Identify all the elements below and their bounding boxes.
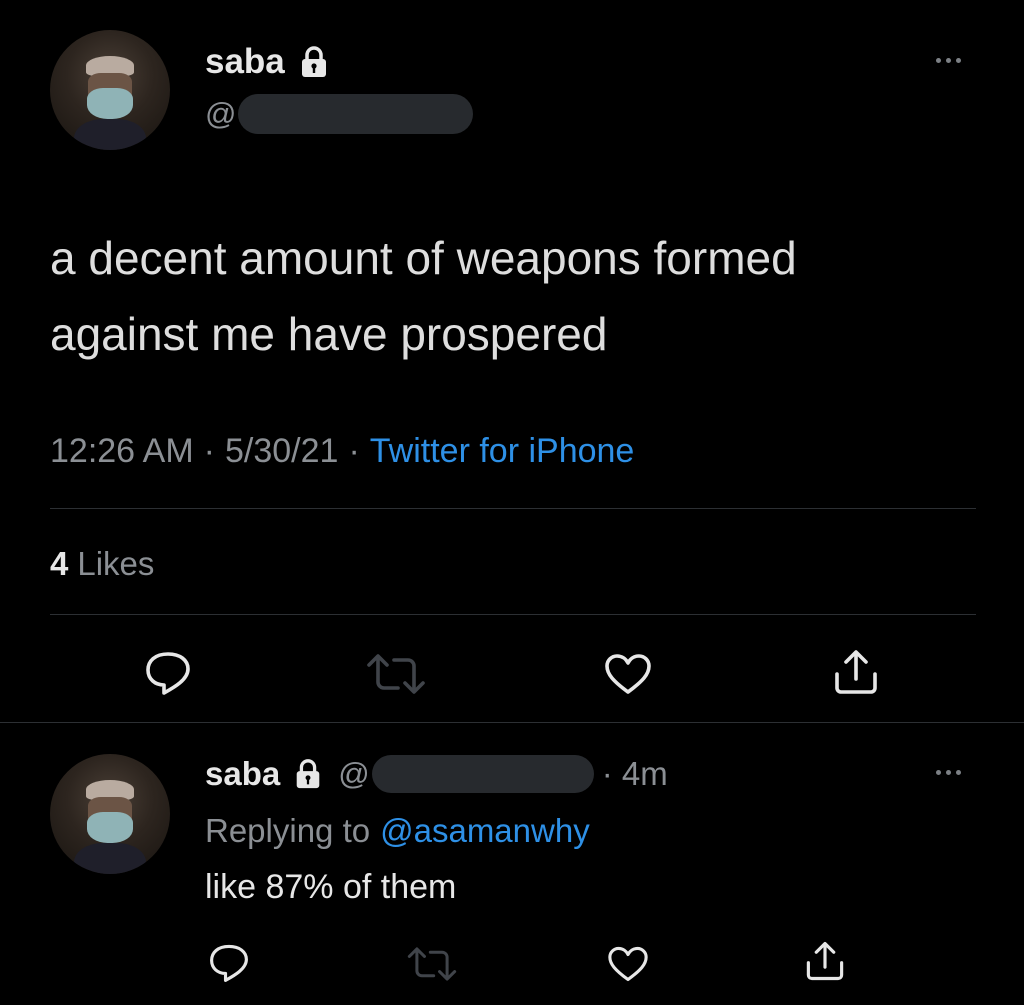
retweet-icon [407,947,457,981]
redacted-handle [371,755,594,793]
reply-button[interactable] [143,650,193,696]
replying-to: Replying to @asamanwhy [205,808,590,854]
share-icon [806,941,844,981]
more-icon[interactable] [936,770,961,775]
tweet-meta: 12:26 AM · 5/30/21 · Twitter for iPhone [50,426,634,476]
divider [50,508,976,509]
tweet-text-line-2: against me have prospered [50,308,608,360]
meta-separator-2: · [348,431,360,470]
divider [0,722,1024,723]
reply-icon [210,944,248,982]
tweet-source-link[interactable]: Twitter for iPhone [370,432,635,471]
lock-icon [297,45,331,79]
reply-age: · 4m [601,755,668,792]
share-button[interactable] [831,648,881,696]
author-name[interactable]: saba [205,42,285,82]
reply-reply-button[interactable] [207,943,251,983]
likes-count: 4 [50,545,69,582]
tweet-text-line-1: a decent amount of weapons formed [50,232,797,284]
reply-share-button[interactable] [803,940,847,982]
reply-author-name[interactable]: saba [205,755,280,793]
like-icon [608,946,648,982]
avatar[interactable] [50,30,170,150]
lock-icon [292,758,324,790]
retweet-icon [367,654,425,694]
retweet-button[interactable] [365,652,427,696]
divider [50,614,976,615]
reply-retweet-button[interactable] [406,945,458,983]
reply-handle-prefix: @ [338,756,370,791]
handle-prefix: @ [205,96,237,131]
author-handle-row: @ [205,92,474,136]
more-icon[interactable] [936,58,961,63]
tweet-text: a decent amount of weapons formed agains… [50,220,797,372]
likes-count-link[interactable]: 4 Likes [50,540,154,588]
tweet-date: 5/30/21 [224,431,339,470]
tweet-time: 12:26 AM [50,431,194,470]
like-icon [605,654,651,694]
reply-like-button[interactable] [606,945,650,983]
reply-author-row: saba @ · 4m [205,750,668,798]
likes-label: Likes [77,545,155,582]
redacted-handle [238,94,474,134]
replying-prefix: Replying to [205,812,371,849]
share-icon [835,650,877,694]
replying-to-link[interactable]: @asamanwhy [380,812,590,850]
reply-avatar[interactable] [50,754,170,874]
reply-text: like 87% of them [205,868,457,906]
reply-icon [146,652,190,695]
meta-separator: · [203,431,215,470]
like-button[interactable] [603,652,653,696]
author-row: saba [205,40,331,84]
